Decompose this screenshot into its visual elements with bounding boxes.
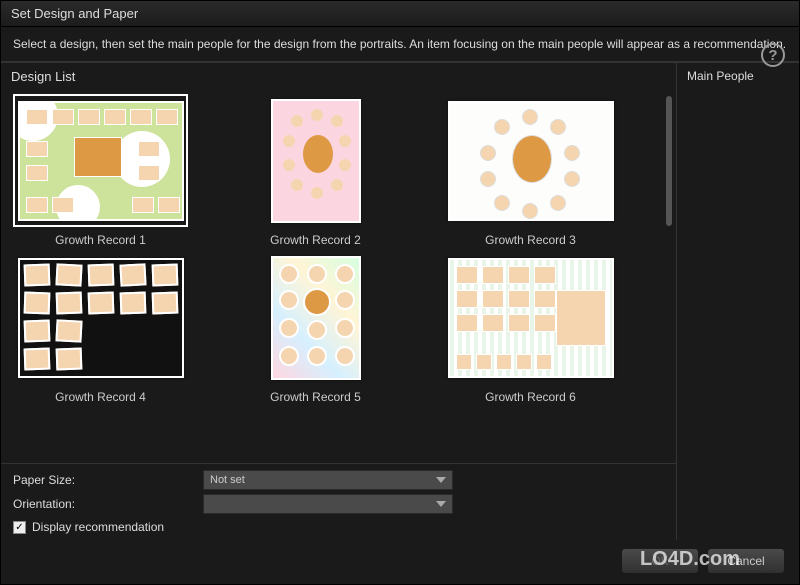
design-panel: Design List	[1, 63, 677, 540]
display-recommendation-label: Display recommendation	[32, 520, 164, 534]
design-label: Growth Record 1	[55, 233, 146, 247]
design-thumbnail	[18, 258, 184, 378]
paper-size-dropdown[interactable]: Not set	[203, 470, 453, 490]
design-list-header: Design List	[1, 63, 676, 90]
content-area: Design List	[1, 62, 799, 540]
design-item-growth-record-5[interactable]: Growth Record 5	[228, 251, 403, 404]
design-label: Growth Record 4	[55, 390, 146, 404]
dialog-window: Set Design and Paper Select a design, th…	[0, 0, 800, 585]
paper-size-label: Paper Size:	[13, 473, 203, 487]
design-item-growth-record-2[interactable]: Growth Record 2	[228, 94, 403, 247]
titlebar: Set Design and Paper	[1, 1, 799, 27]
cancel-button[interactable]: Cancel	[707, 548, 785, 574]
main-people-panel: Main People	[677, 63, 799, 540]
instruction-bar: Select a design, then set the main peopl…	[1, 27, 799, 62]
orientation-dropdown[interactable]	[203, 494, 453, 514]
chevron-down-icon	[436, 501, 446, 507]
design-item-growth-record-1[interactable]: Growth Record 1	[13, 94, 188, 247]
chevron-down-icon	[436, 477, 446, 483]
design-thumbnail	[448, 258, 614, 378]
design-label: Growth Record 3	[485, 233, 576, 247]
instruction-text: Select a design, then set the main peopl…	[13, 37, 786, 51]
design-label: Growth Record 2	[270, 233, 361, 247]
scrollbar[interactable]	[666, 96, 672, 226]
design-item-growth-record-3[interactable]: Growth Record 3	[443, 94, 618, 247]
design-label: Growth Record 6	[485, 390, 576, 404]
help-icon[interactable]: ?	[761, 43, 785, 67]
display-recommendation-row[interactable]: ✓ Display recommendation	[13, 520, 664, 534]
design-thumbnail	[448, 101, 614, 221]
main-people-header: Main People	[687, 69, 789, 83]
display-recommendation-checkbox[interactable]: ✓	[13, 521, 26, 534]
window-title: Set Design and Paper	[11, 6, 138, 21]
design-thumbnail	[18, 101, 184, 221]
ok-button[interactable]: OK	[621, 548, 699, 574]
orientation-label: Orientation:	[13, 497, 203, 511]
design-thumbnail	[271, 256, 361, 380]
design-list: Growth Record 1	[1, 90, 676, 463]
paper-size-value: Not set	[210, 474, 245, 486]
bottom-controls: Paper Size: Not set Orientation: ✓ Disp	[1, 463, 676, 540]
design-item-growth-record-4[interactable]: Growth Record 4	[13, 251, 188, 404]
design-item-growth-record-6[interactable]: Growth Record 6	[443, 251, 618, 404]
button-bar: OK Cancel	[1, 540, 799, 584]
design-label: Growth Record 5	[270, 390, 361, 404]
design-thumbnail	[271, 99, 361, 223]
